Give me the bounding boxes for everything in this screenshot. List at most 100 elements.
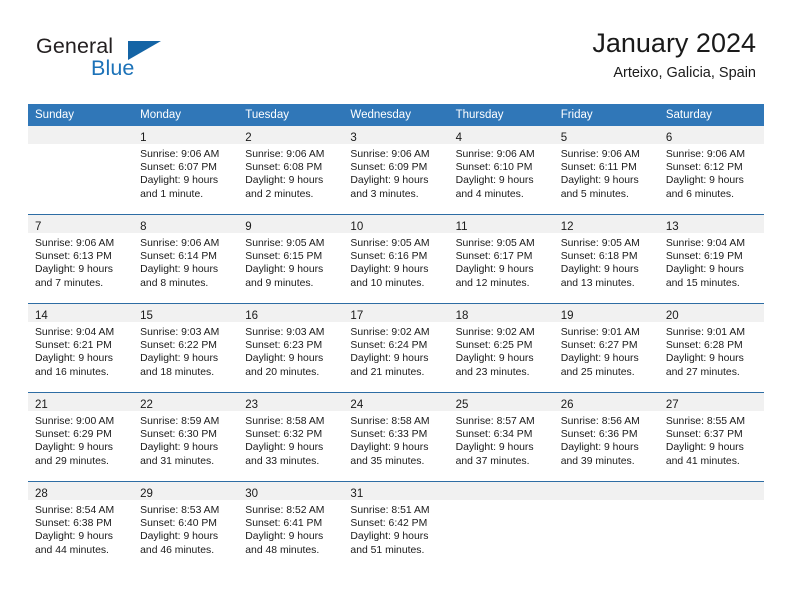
day-number: 17 [350,310,364,322]
calendar-day-cell[interactable]: 27 Sunrise: 8:55 AM Sunset: 6:37 PM Dayligh… [658,392,764,482]
sun-times-line: and 10 minutes. [350,277,425,289]
calendar-day-cell[interactable]: 20 Sunrise: 9:01 AM Sunset: 6:28 PM Dayligh… [658,303,764,393]
sun-times-line: Sunset: 6:13 PM [35,251,112,263]
sun-times-line: Sunrise: 9:06 AM [560,149,640,160]
calendar-day-cell[interactable]: 30 Sunrise: 8:52 AM Sunset: 6:41 PM Dayligh… [238,481,344,570]
day-cell-content [658,482,764,570]
sun-times-line: Sunrise: 8:56 AM [560,416,640,427]
day-cell-content: 20 Sunrise: 9:01 AM Sunset: 6:28 PM Dayligh… [658,304,764,392]
sun-times-line: Sunset: 6:38 PM [35,518,112,530]
calendar-day-cell[interactable]: 13 Sunrise: 9:04 AM Sunset: 6:19 PM Dayligh… [658,214,764,304]
calendar-day-cell[interactable]: 25 Sunrise: 8:57 AM Sunset: 6:34 PM Dayligh… [448,392,554,482]
calendar-day-cell[interactable]: 24 Sunrise: 8:58 AM Sunset: 6:33 PM Dayligh… [343,392,449,482]
day-number: 24 [350,399,364,411]
calendar-day-cell[interactable]: 9 Sunrise: 9:05 AM Sunset: 6:15 PM Daylight… [238,214,344,304]
calendar-day-cell[interactable]: 8 Sunrise: 9:06 AM Sunset: 6:14 PM Daylight… [133,214,239,304]
calendar-week-row: 28 Sunrise: 8:54 AM Sunset: 6:38 PM Dayligh… [28,481,764,570]
day-number-band: 9 [238,215,344,233]
calendar-day-cell[interactable]: 6 Sunrise: 9:06 AM Sunset: 6:12 PM Daylight… [658,126,764,215]
sun-times-line: and 9 minutes. [245,277,314,289]
sun-times-block [659,500,764,504]
day-cell-content: 28 Sunrise: 8:54 AM Sunset: 6:38 PM Dayligh… [28,482,134,570]
day-number-band: 19 [553,304,659,322]
day-number-band: 31 [343,482,449,500]
day-number: 27 [665,399,679,411]
calendar-day-cell[interactable]: 26 Sunrise: 8:56 AM Sunset: 6:36 PM Dayligh… [553,392,659,482]
day-number: 5 [560,132,568,144]
sun-times-line: Sunrise: 9:06 AM [245,149,325,160]
sun-times-line: Sunset: 6:14 PM [140,251,217,263]
sun-times-line: and 44 minutes. [35,544,109,556]
calendar-day-cell[interactable]: 1 Sunrise: 9:06 AM Sunset: 6:07 PM Daylight… [133,126,239,215]
sun-times-line: Sunset: 6:24 PM [350,340,428,352]
sun-times-block: Sunrise: 8:57 AM Sunset: 6:34 PM Daylight:… [449,411,554,468]
sun-times-line: Sunrise: 8:55 AM [665,416,745,427]
sun-times-line: Daylight: 9 hours [350,353,429,365]
sun-times-line: and 2 minutes. [245,188,314,200]
sun-times-block: Sunrise: 9:06 AM Sunset: 6:09 PM Daylight:… [343,144,448,201]
day-cell-content [448,482,554,570]
sun-times-line: Daylight: 9 hours [35,264,113,276]
calendar-day-cell[interactable]: 19 Sunrise: 9:01 AM Sunset: 6:27 PM Dayligh… [553,303,659,393]
sun-times-line: Daylight: 9 hours [35,442,113,454]
calendar-day-cell[interactable]: 18 Sunrise: 9:02 AM Sunset: 6:25 PM Dayligh… [448,303,554,393]
day-number-band: 20 [658,304,764,322]
day-cell-content: 31 Sunrise: 8:51 AM Sunset: 6:42 PM Dayligh… [343,482,449,570]
calendar-day-cell[interactable]: 3 Sunrise: 9:06 AM Sunset: 6:09 PM Daylight… [343,126,449,215]
sun-times-line: and 7 minutes. [35,277,104,289]
day-cell-content: 18 Sunrise: 9:02 AM Sunset: 6:25 PM Dayligh… [448,304,554,392]
page-title: January 2024 [592,28,756,58]
calendar-day-cell[interactable]: 12 Sunrise: 9:05 AM Sunset: 6:18 PM Dayligh… [553,214,659,304]
calendar-day-cell[interactable]: 15 Sunrise: 9:03 AM Sunset: 6:22 PM Dayligh… [133,303,239,393]
general-blue-logo[interactable]: General Blue [36,35,256,88]
sun-times-line: Sunset: 6:28 PM [665,340,743,352]
calendar-day-cell[interactable]: 5 Sunrise: 9:06 AM Sunset: 6:11 PM Daylight… [553,126,659,215]
calendar-day-cell[interactable]: 14 Sunrise: 9:04 AM Sunset: 6:21 PM Dayligh… [28,303,134,393]
sun-times-block: Sunrise: 8:55 AM Sunset: 6:37 PM Daylight:… [659,411,764,468]
calendar-day-cell[interactable]: 29 Sunrise: 8:53 AM Sunset: 6:40 PM Dayligh… [133,481,239,570]
day-cell-content: 22 Sunrise: 8:59 AM Sunset: 6:30 PM Dayligh… [133,393,239,481]
weekday-header-saturday: Saturday [658,104,764,126]
calendar-day-cell[interactable]: 31 Sunrise: 8:51 AM Sunset: 6:42 PM Dayligh… [343,481,449,570]
weekday-header-friday: Friday [553,104,659,126]
sun-times-block: Sunrise: 9:06 AM Sunset: 6:08 PM Daylight:… [238,144,343,201]
sun-times-line: Daylight: 9 hours [665,264,744,276]
day-number: 6 [665,132,673,144]
day-number: 26 [560,399,574,411]
calendar-day-cell[interactable]: 23 Sunrise: 8:58 AM Sunset: 6:32 PM Dayligh… [238,392,344,482]
day-number-band: 25 [448,393,554,411]
calendar-day-cell[interactable]: 7 Sunrise: 9:06 AM Sunset: 6:13 PM Daylight… [28,214,134,304]
day-number: 7 [35,221,42,233]
sun-times-line: and 37 minutes. [455,455,530,467]
calendar-day-cell[interactable]: 16 Sunrise: 9:03 AM Sunset: 6:23 PM Dayligh… [238,303,344,393]
calendar-day-cell[interactable]: 21 Sunrise: 9:00 AM Sunset: 6:29 PM Dayligh… [28,392,134,482]
sun-times-line: Sunrise: 8:58 AM [350,416,430,427]
calendar-day-cell[interactable]: 28 Sunrise: 8:54 AM Sunset: 6:38 PM Dayligh… [28,481,134,570]
sun-times-line: Sunrise: 9:05 AM [245,238,325,249]
day-cell-content: 26 Sunrise: 8:56 AM Sunset: 6:36 PM Dayligh… [553,393,659,481]
calendar-day-cell[interactable]: 10 Sunrise: 9:05 AM Sunset: 6:16 PM Dayligh… [343,214,449,304]
day-number-band: 17 [343,304,449,322]
calendar-week-row: 7 Sunrise: 9:06 AM Sunset: 6:13 PM Daylight… [28,214,764,304]
sun-times-line: Sunset: 6:40 PM [140,518,217,530]
sun-times-line: Sunrise: 9:03 AM [140,327,220,338]
day-cell-content: 1 Sunrise: 9:06 AM Sunset: 6:07 PM Daylight… [133,126,239,214]
sun-times-block: Sunrise: 9:06 AM Sunset: 6:12 PM Daylight:… [659,144,764,201]
sun-times-block: Sunrise: 9:01 AM Sunset: 6:27 PM Daylight:… [554,322,659,379]
calendar-day-cell[interactable]: 22 Sunrise: 8:59 AM Sunset: 6:30 PM Dayligh… [133,392,239,482]
calendar-day-cell[interactable]: 2 Sunrise: 9:06 AM Sunset: 6:08 PM Daylight… [238,126,344,215]
calendar-day-cell[interactable]: 4 Sunrise: 9:06 AM Sunset: 6:10 PM Daylight… [448,126,554,215]
day-number-band: 4 [448,126,554,144]
calendar-day-cell[interactable]: 11 Sunrise: 9:05 AM Sunset: 6:17 PM Dayligh… [448,214,554,304]
sun-times-block: Sunrise: 9:03 AM Sunset: 6:22 PM Daylight:… [133,322,238,379]
day-cell-content: 9 Sunrise: 9:05 AM Sunset: 6:15 PM Daylight… [238,215,344,303]
sun-times-block [554,500,659,504]
sun-times-line: Daylight: 9 hours [140,175,219,187]
sun-times-line: Sunrise: 9:00 AM [35,416,115,427]
day-number: 19 [560,310,574,322]
calendar-day-cell[interactable]: 17 Sunrise: 9:02 AM Sunset: 6:24 PM Dayligh… [343,303,449,393]
sun-times-line: and 51 minutes. [350,544,425,556]
sun-times-line: and 21 minutes. [350,366,425,378]
weekday-header-monday: Monday [133,104,239,126]
sun-times-line: and 8 minutes. [140,277,209,289]
